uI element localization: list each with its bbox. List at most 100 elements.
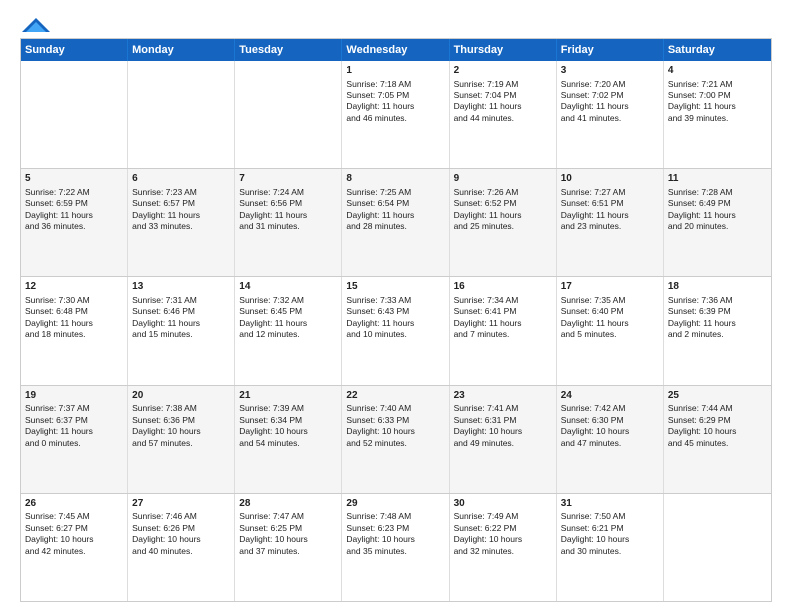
day-number: 9 [454, 172, 552, 186]
calendar-header: SundayMondayTuesdayWednesdayThursdayFrid… [21, 39, 771, 61]
calendar-cell: 27Sunrise: 7:46 AM Sunset: 6:26 PM Dayli… [128, 494, 235, 601]
day-number: 31 [561, 497, 659, 511]
cell-info: Sunrise: 7:21 AM Sunset: 7:00 PM Dayligh… [668, 79, 767, 125]
cell-info: Sunrise: 7:20 AM Sunset: 7:02 PM Dayligh… [561, 79, 659, 125]
calendar-cell: 8Sunrise: 7:25 AM Sunset: 6:54 PM Daylig… [342, 169, 449, 276]
calendar-cell: 21Sunrise: 7:39 AM Sunset: 6:34 PM Dayli… [235, 386, 342, 493]
calendar-cell: 13Sunrise: 7:31 AM Sunset: 6:46 PM Dayli… [128, 277, 235, 384]
header [20, 16, 772, 28]
calendar-row-1: 5Sunrise: 7:22 AM Sunset: 6:59 PM Daylig… [21, 168, 771, 276]
calendar-cell: 2Sunrise: 7:19 AM Sunset: 7:04 PM Daylig… [450, 61, 557, 168]
calendar-cell: 23Sunrise: 7:41 AM Sunset: 6:31 PM Dayli… [450, 386, 557, 493]
calendar-cell: 28Sunrise: 7:47 AM Sunset: 6:25 PM Dayli… [235, 494, 342, 601]
day-number: 18 [668, 280, 767, 294]
calendar-body: 1Sunrise: 7:18 AM Sunset: 7:05 PM Daylig… [21, 61, 771, 601]
calendar-cell: 1Sunrise: 7:18 AM Sunset: 7:05 PM Daylig… [342, 61, 449, 168]
calendar-cell: 5Sunrise: 7:22 AM Sunset: 6:59 PM Daylig… [21, 169, 128, 276]
calendar-cell: 6Sunrise: 7:23 AM Sunset: 6:57 PM Daylig… [128, 169, 235, 276]
cell-info: Sunrise: 7:41 AM Sunset: 6:31 PM Dayligh… [454, 403, 552, 449]
calendar-row-2: 12Sunrise: 7:30 AM Sunset: 6:48 PM Dayli… [21, 276, 771, 384]
calendar-cell [664, 494, 771, 601]
cell-info: Sunrise: 7:37 AM Sunset: 6:37 PM Dayligh… [25, 403, 123, 449]
calendar-row-4: 26Sunrise: 7:45 AM Sunset: 6:27 PM Dayli… [21, 493, 771, 601]
cell-info: Sunrise: 7:47 AM Sunset: 6:25 PM Dayligh… [239, 511, 337, 557]
day-number: 27 [132, 497, 230, 511]
cell-info: Sunrise: 7:28 AM Sunset: 6:49 PM Dayligh… [668, 187, 767, 233]
cell-info: Sunrise: 7:30 AM Sunset: 6:48 PM Dayligh… [25, 295, 123, 341]
cell-info: Sunrise: 7:19 AM Sunset: 7:04 PM Dayligh… [454, 79, 552, 125]
cell-info: Sunrise: 7:31 AM Sunset: 6:46 PM Dayligh… [132, 295, 230, 341]
cell-info: Sunrise: 7:24 AM Sunset: 6:56 PM Dayligh… [239, 187, 337, 233]
cell-info: Sunrise: 7:34 AM Sunset: 6:41 PM Dayligh… [454, 295, 552, 341]
day-number: 22 [346, 389, 444, 403]
calendar-cell: 9Sunrise: 7:26 AM Sunset: 6:52 PM Daylig… [450, 169, 557, 276]
cell-info: Sunrise: 7:45 AM Sunset: 6:27 PM Dayligh… [25, 511, 123, 557]
day-number: 21 [239, 389, 337, 403]
cell-info: Sunrise: 7:49 AM Sunset: 6:22 PM Dayligh… [454, 511, 552, 557]
header-day-thursday: Thursday [450, 39, 557, 61]
cell-info: Sunrise: 7:40 AM Sunset: 6:33 PM Dayligh… [346, 403, 444, 449]
calendar-cell: 10Sunrise: 7:27 AM Sunset: 6:51 PM Dayli… [557, 169, 664, 276]
day-number: 30 [454, 497, 552, 511]
cell-info: Sunrise: 7:39 AM Sunset: 6:34 PM Dayligh… [239, 403, 337, 449]
calendar-cell: 14Sunrise: 7:32 AM Sunset: 6:45 PM Dayli… [235, 277, 342, 384]
cell-info: Sunrise: 7:38 AM Sunset: 6:36 PM Dayligh… [132, 403, 230, 449]
calendar-cell: 18Sunrise: 7:36 AM Sunset: 6:39 PM Dayli… [664, 277, 771, 384]
calendar-cell: 20Sunrise: 7:38 AM Sunset: 6:36 PM Dayli… [128, 386, 235, 493]
cell-info: Sunrise: 7:36 AM Sunset: 6:39 PM Dayligh… [668, 295, 767, 341]
day-number: 1 [346, 64, 444, 78]
cell-info: Sunrise: 7:42 AM Sunset: 6:30 PM Dayligh… [561, 403, 659, 449]
calendar-cell: 31Sunrise: 7:50 AM Sunset: 6:21 PM Dayli… [557, 494, 664, 601]
header-day-sunday: Sunday [21, 39, 128, 61]
calendar-cell [21, 61, 128, 168]
day-number: 5 [25, 172, 123, 186]
cell-info: Sunrise: 7:44 AM Sunset: 6:29 PM Dayligh… [668, 403, 767, 449]
day-number: 23 [454, 389, 552, 403]
calendar: SundayMondayTuesdayWednesdayThursdayFrid… [20, 38, 772, 602]
day-number: 26 [25, 497, 123, 511]
day-number: 10 [561, 172, 659, 186]
day-number: 2 [454, 64, 552, 78]
cell-info: Sunrise: 7:26 AM Sunset: 6:52 PM Dayligh… [454, 187, 552, 233]
cell-info: Sunrise: 7:18 AM Sunset: 7:05 PM Dayligh… [346, 79, 444, 125]
day-number: 12 [25, 280, 123, 294]
calendar-cell [235, 61, 342, 168]
header-day-wednesday: Wednesday [342, 39, 449, 61]
cell-info: Sunrise: 7:23 AM Sunset: 6:57 PM Dayligh… [132, 187, 230, 233]
cell-info: Sunrise: 7:32 AM Sunset: 6:45 PM Dayligh… [239, 295, 337, 341]
calendar-cell: 12Sunrise: 7:30 AM Sunset: 6:48 PM Dayli… [21, 277, 128, 384]
calendar-cell: 16Sunrise: 7:34 AM Sunset: 6:41 PM Dayli… [450, 277, 557, 384]
cell-info: Sunrise: 7:46 AM Sunset: 6:26 PM Dayligh… [132, 511, 230, 557]
day-number: 7 [239, 172, 337, 186]
day-number: 29 [346, 497, 444, 511]
day-number: 25 [668, 389, 767, 403]
day-number: 14 [239, 280, 337, 294]
calendar-cell: 4Sunrise: 7:21 AM Sunset: 7:00 PM Daylig… [664, 61, 771, 168]
cell-info: Sunrise: 7:27 AM Sunset: 6:51 PM Dayligh… [561, 187, 659, 233]
day-number: 4 [668, 64, 767, 78]
day-number: 20 [132, 389, 230, 403]
calendar-cell: 7Sunrise: 7:24 AM Sunset: 6:56 PM Daylig… [235, 169, 342, 276]
calendar-cell: 11Sunrise: 7:28 AM Sunset: 6:49 PM Dayli… [664, 169, 771, 276]
page: SundayMondayTuesdayWednesdayThursdayFrid… [0, 0, 792, 612]
cell-info: Sunrise: 7:48 AM Sunset: 6:23 PM Dayligh… [346, 511, 444, 557]
header-day-friday: Friday [557, 39, 664, 61]
cell-info: Sunrise: 7:25 AM Sunset: 6:54 PM Dayligh… [346, 187, 444, 233]
cell-info: Sunrise: 7:35 AM Sunset: 6:40 PM Dayligh… [561, 295, 659, 341]
day-number: 16 [454, 280, 552, 294]
calendar-cell: 15Sunrise: 7:33 AM Sunset: 6:43 PM Dayli… [342, 277, 449, 384]
day-number: 17 [561, 280, 659, 294]
day-number: 24 [561, 389, 659, 403]
day-number: 28 [239, 497, 337, 511]
calendar-cell: 24Sunrise: 7:42 AM Sunset: 6:30 PM Dayli… [557, 386, 664, 493]
cell-info: Sunrise: 7:33 AM Sunset: 6:43 PM Dayligh… [346, 295, 444, 341]
calendar-cell: 3Sunrise: 7:20 AM Sunset: 7:02 PM Daylig… [557, 61, 664, 168]
day-number: 8 [346, 172, 444, 186]
header-day-monday: Monday [128, 39, 235, 61]
calendar-cell: 22Sunrise: 7:40 AM Sunset: 6:33 PM Dayli… [342, 386, 449, 493]
calendar-row-3: 19Sunrise: 7:37 AM Sunset: 6:37 PM Dayli… [21, 385, 771, 493]
calendar-cell: 25Sunrise: 7:44 AM Sunset: 6:29 PM Dayli… [664, 386, 771, 493]
calendar-cell [128, 61, 235, 168]
day-number: 19 [25, 389, 123, 403]
logo [20, 16, 50, 28]
